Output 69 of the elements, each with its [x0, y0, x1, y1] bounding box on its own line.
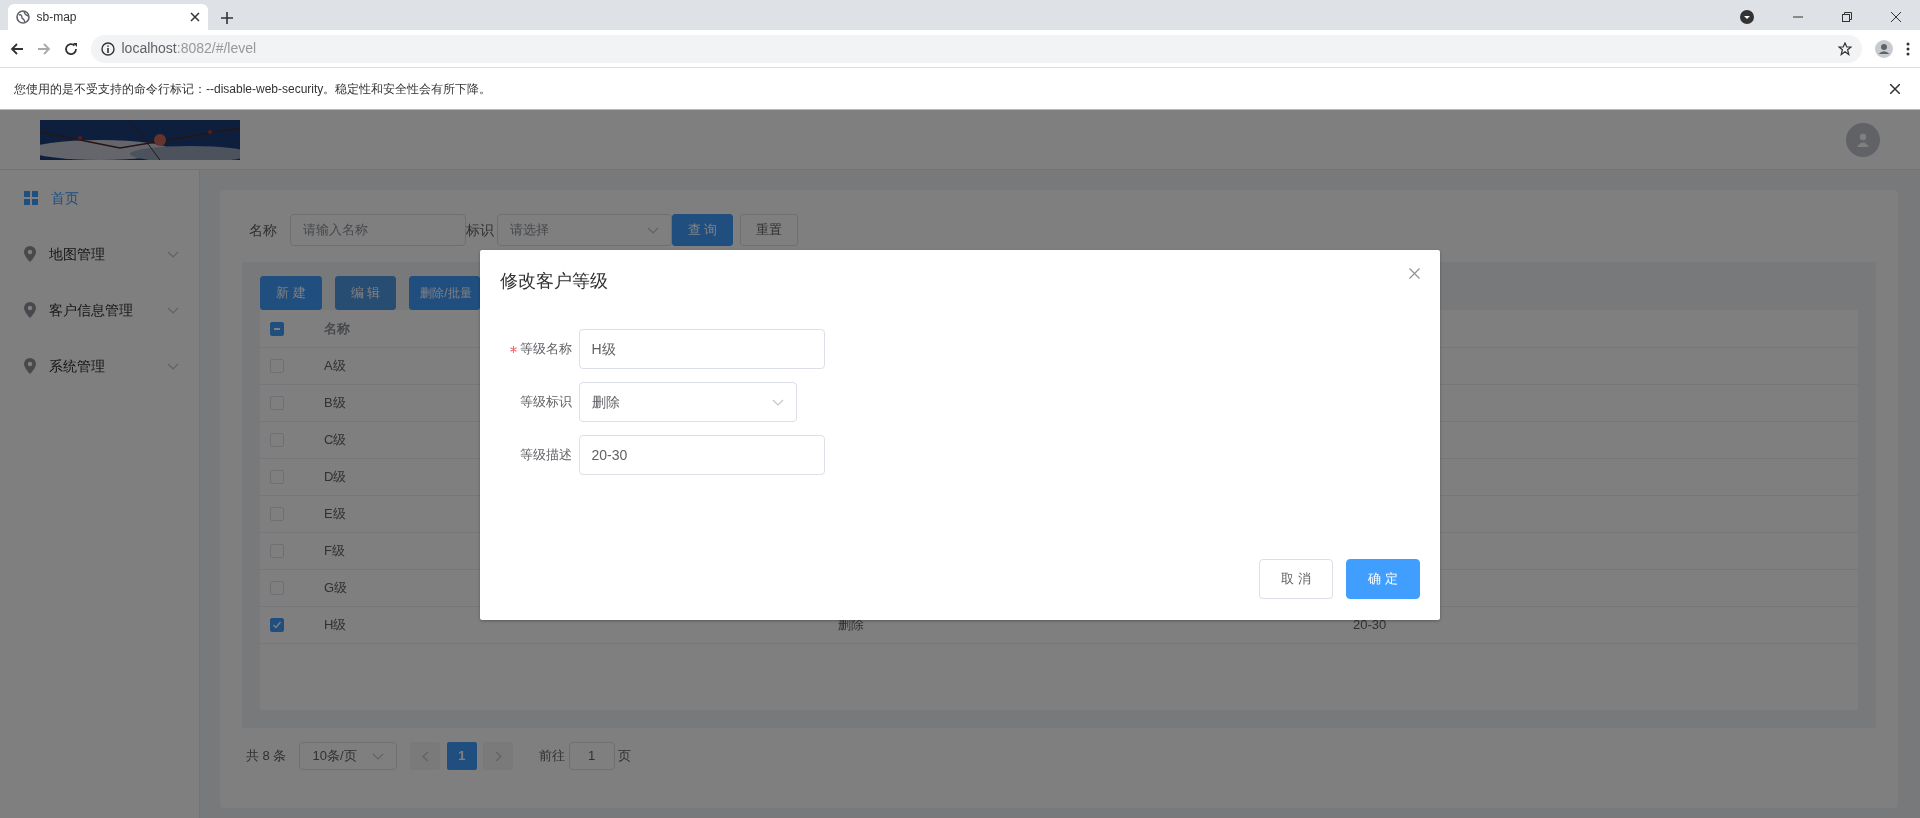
grid-icon — [24, 191, 38, 205]
chevron-down-icon — [167, 250, 179, 258]
new-tab-icon[interactable] — [221, 11, 233, 24]
chevron-left-icon — [421, 750, 429, 762]
user-avatar[interactable] — [1846, 122, 1880, 157]
url-text: localhost:8082/#/level — [121, 39, 257, 58]
chevron-down-icon — [771, 398, 784, 406]
close-icon[interactable] — [1890, 11, 1901, 22]
dropdown-icon[interactable] — [1739, 9, 1754, 24]
chevron-right-icon — [494, 750, 502, 762]
location-pin-icon — [24, 358, 36, 374]
forward-icon[interactable] — [37, 41, 51, 56]
page-button[interactable]: 1 — [446, 742, 477, 770]
reload-icon[interactable] — [64, 41, 78, 56]
info-icon — [101, 41, 115, 56]
page-size-select[interactable]: 10条/页 — [299, 742, 398, 770]
field-label: 名称 — [248, 220, 277, 240]
table-cell: D级 — [324, 468, 347, 484]
form-label: 等级标识 — [520, 393, 572, 412]
chevron-down-icon — [167, 362, 179, 370]
warning-message: 您使用的是不受支持的命令行标记：--disable-web-security。稳定性和安全性会有所下降。 — [14, 80, 492, 98]
total-count: 共 8 条 — [246, 747, 287, 766]
tab-title[interactable]: sb-map — [36, 8, 77, 26]
minus-icon — [274, 328, 280, 331]
sidebar-item[interactable]: 系统管理 — [0, 338, 199, 394]
table-cell: 20-30 — [1353, 616, 1387, 632]
required-asterisk-icon — [509, 345, 517, 353]
page-input[interactable]: 1 — [568, 742, 615, 770]
field-label: 标识 — [465, 220, 494, 240]
location-pin-icon — [24, 302, 36, 318]
goto-label: 前往 — [539, 747, 566, 766]
chevron-down-icon — [646, 226, 659, 234]
table-cell: C级 — [324, 431, 347, 447]
input-field[interactable]: H级 — [578, 329, 825, 369]
form-label: 等级名称 — [520, 340, 572, 359]
sidebar-item[interactable]: 首页 — [0, 170, 199, 226]
close-icon[interactable] — [190, 12, 200, 22]
dialog-button[interactable]: 取 消 — [1259, 558, 1333, 599]
select-field[interactable]: 删除 — [578, 382, 797, 422]
chevron-down-icon — [372, 752, 385, 760]
checkbox[interactable] — [270, 618, 284, 633]
table-cell: A级 — [324, 357, 346, 373]
globe-icon — [16, 10, 30, 24]
table-cell: B级 — [324, 394, 346, 410]
checkbox[interactable] — [270, 322, 284, 337]
table-cell: F级 — [324, 542, 345, 558]
sidebar-item[interactable]: 客户信息管理 — [0, 282, 199, 338]
location-pin-icon — [24, 246, 36, 262]
profile-icon[interactable] — [1875, 39, 1893, 58]
table-cell: H级 — [324, 616, 347, 632]
back-icon[interactable] — [10, 41, 24, 56]
menu-icon[interactable] — [1906, 41, 1910, 56]
sidebar-item[interactable]: 地图管理 — [0, 226, 199, 282]
search-button[interactable]: 查 询 — [671, 214, 734, 246]
table-cell: G级 — [324, 579, 348, 595]
form-label: 等级描述 — [520, 446, 572, 465]
close-icon[interactable] — [1889, 83, 1900, 94]
search-button[interactable]: 重置 — [739, 214, 798, 246]
toolbar-button[interactable]: 删除/批量 — [409, 276, 481, 310]
table-cell: E级 — [324, 505, 346, 521]
input-field[interactable]: 20-30 — [578, 435, 825, 475]
goto-suffix: 页 — [617, 747, 631, 766]
address-bar[interactable]: localhost:8082/#/level — [91, 34, 1862, 63]
star-icon[interactable] — [1838, 41, 1852, 56]
chevron-down-icon — [167, 306, 179, 314]
dialog-title: 修改客户等级 — [500, 270, 608, 293]
toolbar-button[interactable]: 新 建 — [260, 276, 322, 310]
restore-icon[interactable] — [1841, 11, 1852, 22]
dialog-button[interactable]: 确 定 — [1346, 558, 1420, 599]
